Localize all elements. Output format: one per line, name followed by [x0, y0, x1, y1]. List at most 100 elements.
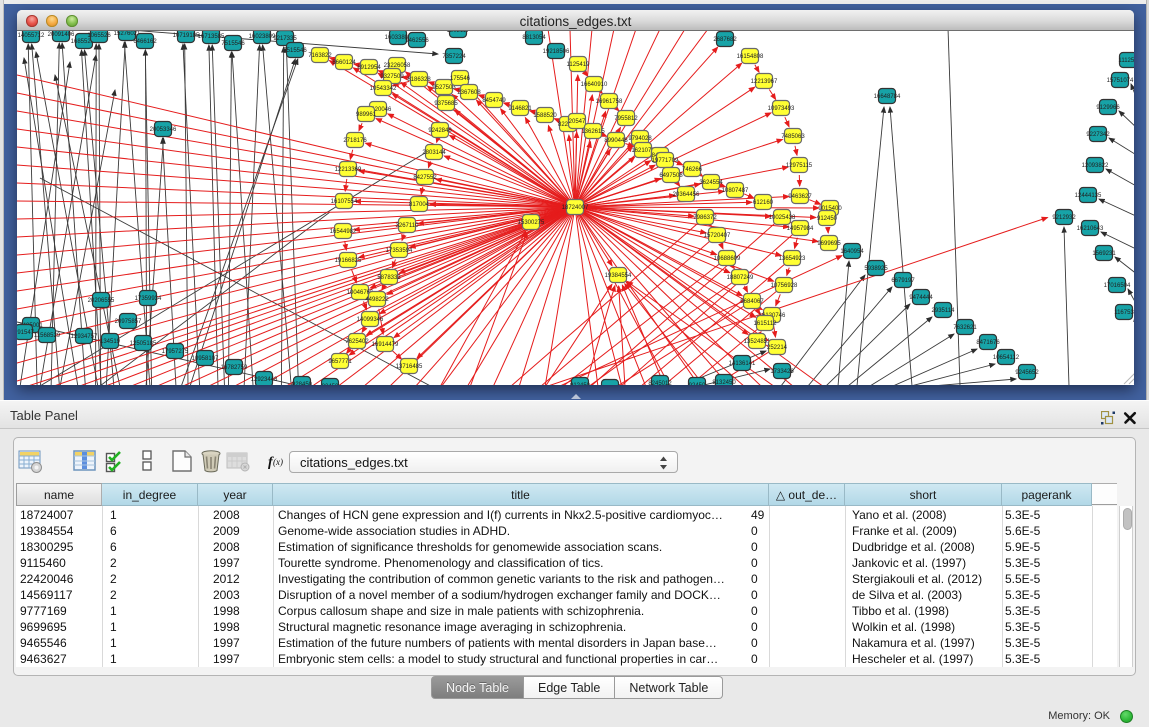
svg-text:8454749: 8454749 — [482, 98, 506, 104]
svg-text:9527503: 9527503 — [432, 85, 456, 91]
svg-text:(x): (x) — [273, 457, 283, 467]
svg-text:2935114: 2935114 — [932, 308, 956, 314]
svg-text:13716485: 13716485 — [396, 364, 423, 370]
svg-text:16782759: 16782759 — [221, 365, 248, 371]
svg-text:10719185: 10719185 — [173, 33, 200, 39]
svg-text:16544982: 16544982 — [330, 229, 357, 235]
svg-text:9794028: 9794028 — [628, 136, 652, 142]
svg-text:12505185: 12505185 — [130, 341, 157, 347]
svg-text:6497508: 6497508 — [659, 173, 683, 179]
svg-text:9684067: 9684067 — [740, 299, 764, 305]
svg-text:7955812: 7955812 — [614, 116, 638, 122]
svg-text:12213967: 12213967 — [751, 79, 778, 85]
svg-text:391547: 391547 — [17, 330, 35, 336]
svg-text:746266: 746266 — [682, 167, 703, 173]
svg-text:16210643: 16210643 — [1077, 226, 1104, 232]
svg-text:2803144: 2803144 — [422, 150, 446, 156]
svg-text:17016504: 17016504 — [1104, 283, 1131, 289]
svg-text:13654923: 13654923 — [779, 256, 806, 262]
svg-text:2367608: 2367608 — [457, 90, 481, 96]
svg-text:6466162: 6466162 — [133, 39, 157, 45]
svg-text:19384554: 19384554 — [605, 273, 632, 279]
svg-text:1733426: 1733426 — [770, 369, 794, 375]
svg-text:19218506: 19218506 — [543, 49, 570, 55]
svg-text:14099346: 14099346 — [357, 317, 384, 323]
svg-text:7515546: 7515546 — [283, 48, 307, 54]
svg-text:7163822: 7163822 — [308, 53, 332, 59]
svg-text:12213369: 12213369 — [335, 167, 362, 173]
svg-text:9242848: 9242848 — [428, 128, 452, 134]
svg-text:8912954: 8912954 — [357, 65, 381, 71]
svg-text:912450: 912450 — [817, 216, 838, 222]
svg-text:7632621: 7632621 — [953, 325, 977, 331]
svg-text:9462556: 9462556 — [405, 38, 429, 44]
svg-text:16713585: 16713585 — [198, 34, 225, 40]
svg-text:8471676: 8471676 — [976, 340, 1000, 346]
svg-text:15300275: 15300275 — [518, 220, 545, 226]
svg-text:18807249: 18807249 — [727, 275, 754, 281]
svg-text:9327509: 9327509 — [380, 74, 404, 80]
svg-text:17957275: 17957275 — [162, 349, 189, 355]
svg-text:1125419: 1125419 — [567, 62, 591, 68]
svg-text:20091406: 20091406 — [48, 32, 75, 38]
svg-text:111254: 111254 — [1118, 58, 1134, 64]
svg-text:8660124: 8660124 — [332, 60, 356, 66]
svg-text:10025438: 10025438 — [769, 215, 796, 221]
svg-text:1569231: 1569231 — [1092, 251, 1116, 257]
svg-text:92450: 92450 — [689, 383, 706, 385]
svg-text:8245012: 8245012 — [648, 381, 672, 385]
svg-text:20364456: 20364456 — [673, 192, 700, 198]
svg-text:2718176: 2718176 — [343, 138, 367, 144]
svg-text:9463627: 9463627 — [788, 194, 812, 200]
svg-text:817004: 817004 — [409, 202, 430, 208]
svg-text:16914479: 16914479 — [372, 342, 399, 348]
svg-text:9245652: 9245652 — [1015, 370, 1039, 376]
svg-text:12923448: 12923448 — [251, 377, 278, 383]
svg-text:17353594: 17353594 — [386, 248, 413, 254]
svg-text:20053346: 20053346 — [150, 127, 177, 133]
svg-text:9657771: 9657771 — [328, 359, 352, 365]
svg-text:5938925: 5938925 — [864, 266, 888, 272]
svg-text:10688609: 10688609 — [714, 256, 741, 262]
svg-text:989961: 989961 — [356, 112, 377, 118]
svg-text:9699695: 9699695 — [817, 241, 841, 247]
svg-text:4498222: 4498222 — [365, 297, 389, 303]
svg-text:10973493: 10973493 — [768, 106, 795, 112]
svg-text:7986372: 7986372 — [693, 215, 717, 221]
svg-text:16961758: 16961758 — [596, 99, 623, 105]
svg-text:12444135: 12444135 — [1075, 193, 1102, 199]
svg-text:15751074: 15751074 — [1107, 78, 1134, 84]
svg-text:7625402: 7625402 — [345, 339, 369, 345]
svg-text:3267110: 3267110 — [396, 223, 420, 229]
svg-text:9474444: 9474444 — [909, 295, 933, 301]
svg-text:1615112: 1615112 — [754, 321, 778, 327]
svg-text:12093822: 12093822 — [1082, 163, 1109, 169]
svg-text:12975115: 12975115 — [786, 163, 813, 169]
svg-text:15720407: 15720407 — [704, 233, 731, 239]
svg-text:1588520: 1588520 — [533, 113, 557, 119]
svg-text:16154808: 16154808 — [737, 54, 764, 60]
svg-text:175546: 175546 — [450, 76, 471, 82]
svg-text:8132450: 8132450 — [712, 380, 736, 385]
svg-text:16023809: 16023809 — [249, 34, 276, 40]
svg-text:116753: 116753 — [1114, 310, 1134, 316]
svg-text:134519: 134519 — [100, 339, 121, 345]
svg-text:20547: 20547 — [569, 119, 586, 125]
svg-text:18724007: 18724007 — [562, 205, 589, 211]
svg-text:612160: 612160 — [753, 200, 774, 206]
svg-text:82450: 82450 — [322, 384, 339, 385]
svg-text:912450: 912450 — [570, 383, 591, 385]
svg-text:10807487: 10807487 — [722, 188, 749, 194]
svg-text:14055712: 14055712 — [18, 33, 45, 39]
svg-text:11568529: 11568529 — [34, 333, 61, 339]
svg-text:7515546: 7515546 — [221, 41, 245, 47]
svg-text:1202117: 1202117 — [447, 31, 471, 34]
svg-text:20975857: 20975857 — [115, 319, 142, 325]
svg-text:8427552: 8427552 — [413, 175, 437, 181]
svg-text:20206555: 20206555 — [88, 298, 115, 304]
svg-text:1065526: 1065526 — [87, 33, 111, 39]
svg-text:10543342: 10543342 — [370, 86, 397, 92]
svg-text:9217335: 9217335 — [273, 36, 297, 42]
svg-text:8990448: 8990448 — [604, 138, 628, 144]
svg-text:7485063: 7485063 — [781, 134, 805, 140]
